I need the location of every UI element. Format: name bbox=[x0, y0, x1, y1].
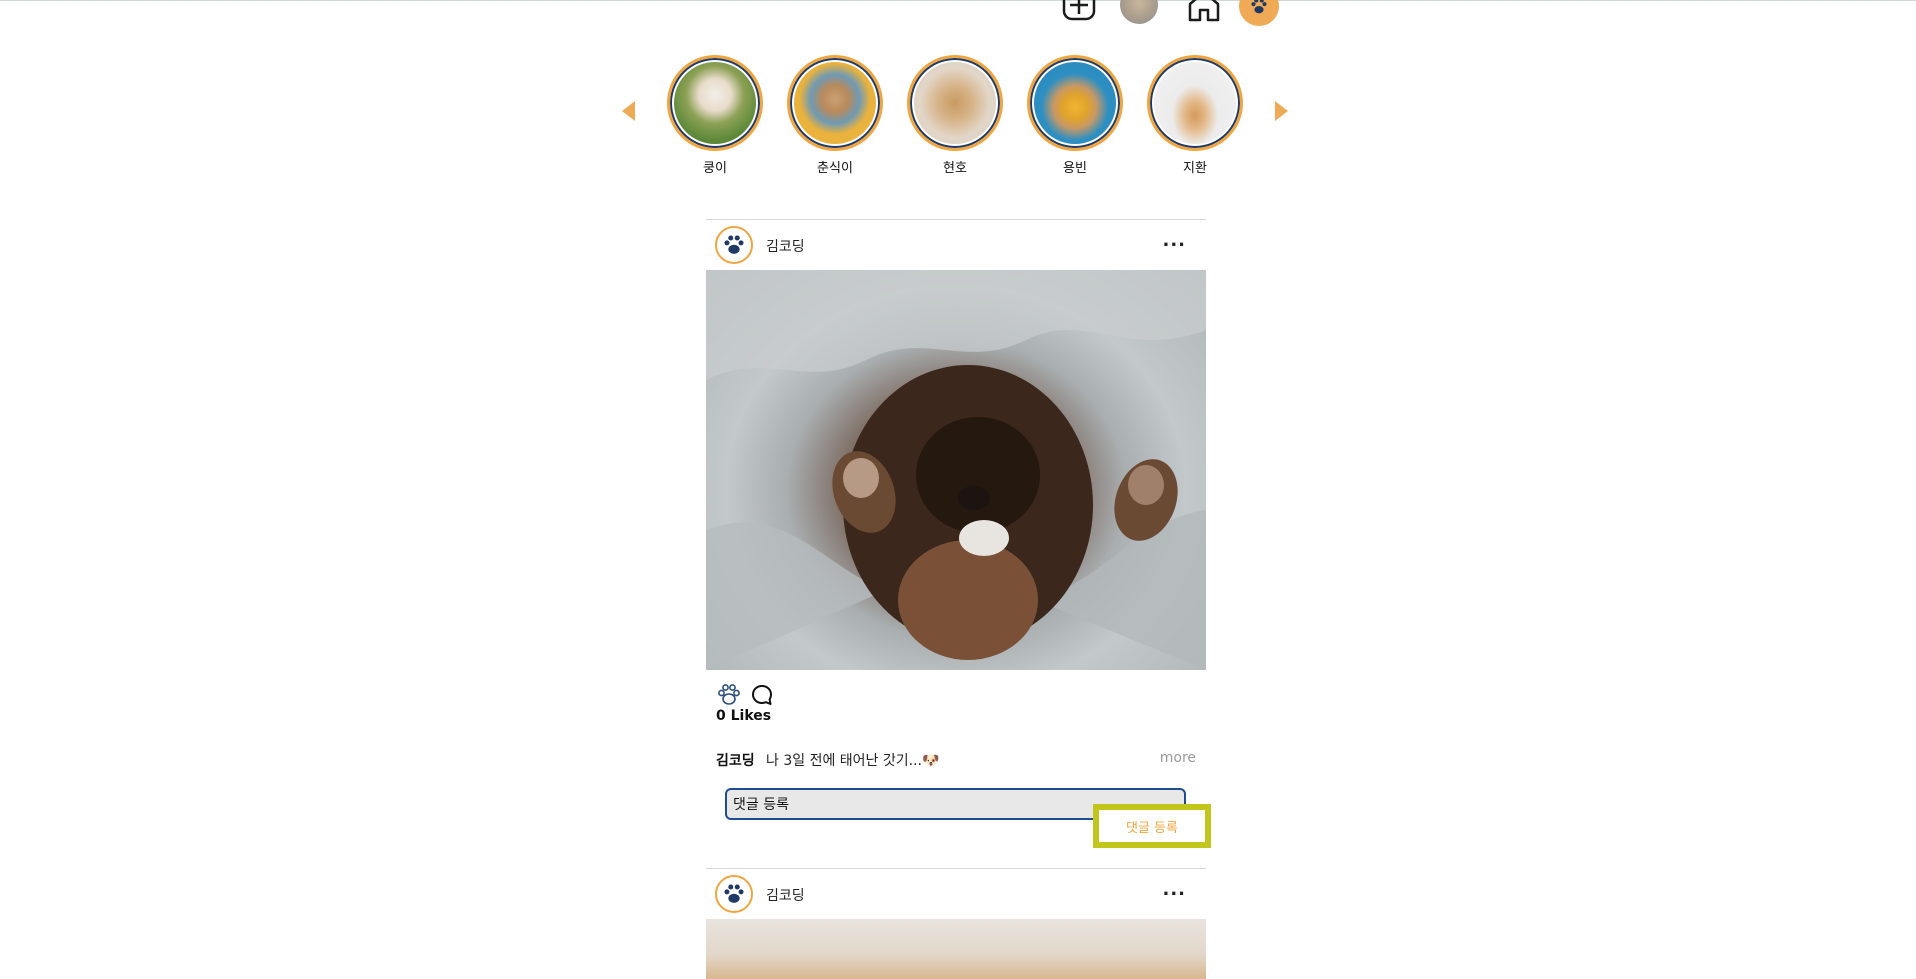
post-photo bbox=[706, 270, 1206, 670]
post-avatar[interactable] bbox=[715, 875, 753, 913]
profile-button[interactable] bbox=[1239, 0, 1279, 26]
story-item[interactable]: 쿵이 bbox=[664, 55, 766, 176]
story-name: 지환 bbox=[1183, 161, 1207, 176]
paw-icon bbox=[724, 235, 744, 254]
story-avatar bbox=[794, 62, 876, 144]
story-item[interactable]: 현호 bbox=[904, 55, 1006, 176]
story-ring bbox=[1147, 55, 1243, 151]
paw-like-icon[interactable] bbox=[716, 682, 742, 708]
story-ring bbox=[667, 55, 763, 151]
story-avatar bbox=[1154, 62, 1236, 144]
paw-icon bbox=[1251, 0, 1267, 14]
comment-icon[interactable] bbox=[751, 684, 773, 706]
paw-icon bbox=[724, 884, 744, 903]
post-more-button[interactable]: ... bbox=[1162, 879, 1186, 900]
post-photo bbox=[706, 919, 1206, 979]
story-item[interactable]: 춘식이 bbox=[784, 55, 886, 176]
post-actions bbox=[706, 682, 1206, 712]
home-button[interactable] bbox=[1186, 0, 1222, 22]
story-ring bbox=[907, 55, 1003, 151]
story-name: 용빈 bbox=[1063, 161, 1087, 176]
story-name: 춘식이 bbox=[817, 161, 853, 176]
post-username[interactable]: 김코딩 bbox=[766, 236, 805, 256]
post-card: 김코딩 ... bbox=[706, 219, 1211, 868]
stories-prev-arrow[interactable] bbox=[622, 101, 635, 121]
feed: 김코딩 ... 0 Likes 김코딩 나 3일 전에 태어난 갓기...🐶 m… bbox=[706, 219, 1211, 979]
caption-text: 나 3일 전에 태어난 갓기...🐶 bbox=[766, 753, 940, 769]
caption-more-link[interactable]: more bbox=[1160, 750, 1196, 766]
stories-bar: 쿵이 춘식이 현호 용빈 지환 bbox=[0, 55, 1916, 185]
story-item[interactable]: 지환 bbox=[1144, 55, 1246, 176]
story-avatar bbox=[1034, 62, 1116, 144]
story-ring bbox=[787, 55, 883, 151]
puppy-image bbox=[706, 270, 1206, 670]
story-ring bbox=[1027, 55, 1123, 151]
post-more-button[interactable]: ... bbox=[1162, 230, 1186, 251]
story-name: 현호 bbox=[943, 161, 967, 176]
top-navbar bbox=[0, 0, 1916, 26]
add-icon bbox=[1062, 0, 1096, 21]
story-avatar bbox=[914, 62, 996, 144]
user-avatar-button[interactable] bbox=[1120, 0, 1158, 24]
post-username[interactable]: 김코딩 bbox=[766, 885, 805, 905]
post-avatar[interactable] bbox=[715, 226, 753, 264]
story-item[interactable]: 용빈 bbox=[1024, 55, 1126, 176]
home-icon bbox=[1188, 0, 1220, 22]
post-card: 김코딩 ... bbox=[706, 868, 1206, 979]
caption-username[interactable]: 김코딩 bbox=[716, 750, 755, 770]
comment-section: 댓글 등록 bbox=[706, 788, 1211, 868]
post-header: 김코딩 ... bbox=[706, 869, 1206, 919]
post-caption: 김코딩 나 3일 전에 태어난 갓기...🐶 more bbox=[706, 750, 1206, 770]
stories-next-arrow[interactable] bbox=[1275, 101, 1288, 121]
post-header: 김코딩 ... bbox=[706, 220, 1206, 270]
comment-submit-button[interactable]: 댓글 등록 bbox=[1093, 804, 1211, 848]
story-avatar bbox=[674, 62, 756, 144]
story-name: 쿵이 bbox=[703, 161, 727, 176]
add-post-button[interactable] bbox=[1061, 0, 1097, 22]
